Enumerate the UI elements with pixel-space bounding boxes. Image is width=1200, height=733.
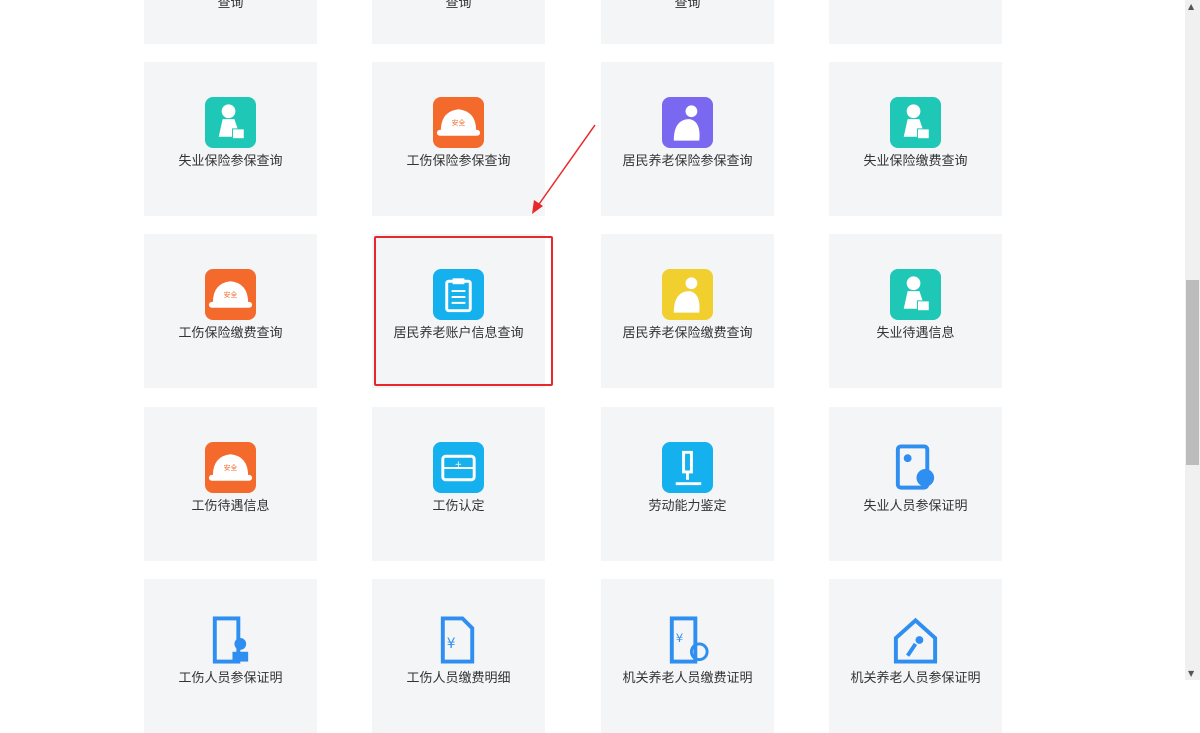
service-card[interactable]: 居民养老保险缴费查询 [601, 234, 774, 388]
scrollbar[interactable]: ▲ ▼ [1185, 0, 1200, 680]
service-card-label: 查询 [217, 0, 244, 11]
scroll-up-icon[interactable]: ▲ [1188, 2, 1194, 11]
svg-text:安全: 安全 [452, 117, 466, 126]
service-card-label: 工伤保险参保查询 [406, 154, 511, 169]
service-card-label: 工伤人员缴费明细 [406, 671, 511, 686]
safety-helmet-icon: 安全 [433, 97, 484, 148]
service-card[interactable]: 失业保险缴费查询 [829, 62, 1002, 216]
microscope-icon [662, 442, 713, 493]
safety-helmet-icon: 安全 [205, 442, 256, 493]
scroll-down-icon[interactable]: ▼ [1188, 669, 1194, 678]
service-card[interactable]: 失业待遇信息 [829, 234, 1002, 388]
service-card-label: 失业保险参保查询 [178, 154, 283, 169]
service-card-label: 机关养老人员参保证明 [850, 671, 981, 686]
svg-text:安全: 安全 [224, 289, 238, 298]
scrollbar-thumb[interactable] [1186, 280, 1199, 465]
yuan-badge-icon: ¥ [662, 614, 713, 665]
worker-icon [205, 97, 256, 148]
worker-icon [890, 269, 941, 320]
service-card[interactable]: ¥ 机关养老人员缴费证明 [601, 579, 774, 733]
clipboard-icon [433, 269, 484, 320]
house-person-icon [890, 614, 941, 665]
worker-icon [890, 97, 941, 148]
service-card-label: 居民养老保险缴费查询 [622, 326, 753, 341]
svg-text:¥: ¥ [676, 630, 683, 644]
service-card[interactable]: 查询 [601, 0, 774, 44]
safety-helmet-icon: 安全 [205, 269, 256, 320]
service-card[interactable]: 工伤人员参保证明 [144, 579, 317, 733]
service-card[interactable]: 机关养老人员参保证明 [829, 579, 1002, 733]
id-card-icon [890, 442, 941, 493]
service-card-label: 工伤人员参保证明 [178, 671, 283, 686]
service-card-label: 失业待遇信息 [876, 326, 955, 341]
svg-text:¥: ¥ [447, 635, 456, 651]
service-card[interactable]: 劳动能力鉴定 [601, 407, 774, 561]
door-person-icon [205, 614, 256, 665]
service-card-label: 劳动能力鉴定 [648, 499, 727, 514]
ambulance-icon: + [433, 442, 484, 493]
service-card[interactable]: 安全工伤保险参保查询 [372, 62, 545, 216]
yuan-document-icon: ¥ [433, 614, 484, 665]
service-card-label: 失业保险缴费查询 [863, 154, 968, 169]
service-card[interactable]: 查询 [144, 0, 317, 44]
service-card[interactable]: 失业人员参保证明 [829, 407, 1002, 561]
elder-icon [662, 97, 713, 148]
service-card[interactable]: 居民养老保险参保查询 [601, 62, 774, 216]
service-card-label: 失业人员参保证明 [863, 499, 968, 514]
service-card[interactable]: 查询 [372, 0, 545, 44]
service-card[interactable]: ¥ 工伤人员缴费明细 [372, 579, 545, 733]
svg-text:安全: 安全 [224, 462, 238, 471]
service-card-label: 工伤待遇信息 [191, 499, 270, 514]
service-card[interactable] [829, 0, 1002, 44]
service-card-label: 工伤认定 [432, 499, 485, 514]
service-card-label: 居民养老保险参保查询 [622, 154, 753, 169]
elder-icon [662, 269, 713, 320]
svg-text:+: + [455, 460, 462, 470]
service-card[interactable]: 安全工伤保险缴费查询 [144, 234, 317, 388]
service-card[interactable]: 居民养老账户信息查询 [372, 234, 545, 388]
service-card[interactable]: + 工伤认定 [372, 407, 545, 561]
service-card-label: 机关养老人员缴费证明 [622, 671, 753, 686]
service-card-label: 查询 [445, 0, 472, 11]
service-card-label: 查询 [674, 0, 701, 11]
service-card-label: 工伤保险缴费查询 [178, 326, 283, 341]
service-card[interactable]: 失业保险参保查询 [144, 62, 317, 216]
service-card-label: 居民养老账户信息查询 [393, 326, 524, 341]
service-card[interactable]: 安全 工伤待遇信息 [144, 407, 317, 561]
